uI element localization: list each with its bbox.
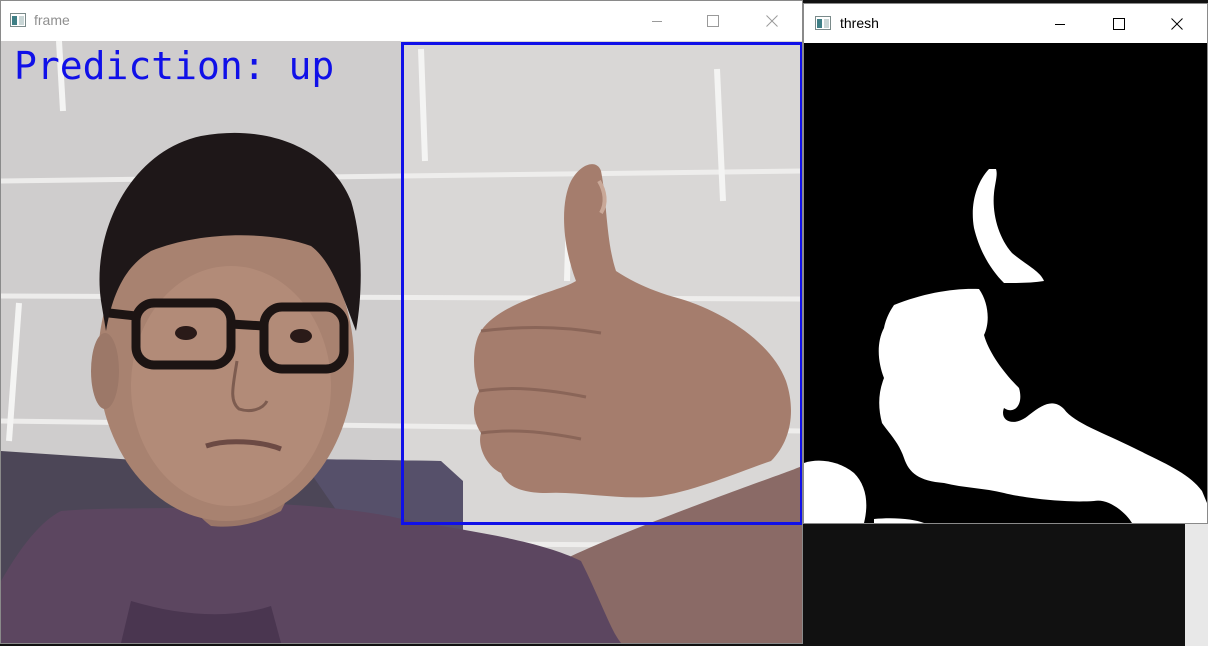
maximize-button[interactable] <box>1096 4 1142 43</box>
close-button[interactable] <box>749 1 795 40</box>
window-title: thresh <box>840 15 879 31</box>
webcam-frame: Prediction: up <box>1 41 802 643</box>
frame-window[interactable]: frame Prediction: up <box>0 0 803 644</box>
maximize-icon <box>1113 17 1125 30</box>
threshold-image <box>804 43 1207 523</box>
background-scrollbar <box>1185 524 1208 646</box>
close-button[interactable] <box>1154 4 1200 43</box>
thresh-titlebar[interactable]: thresh <box>804 4 1207 43</box>
app-window-icon <box>10 13 26 27</box>
threshold-mask <box>804 43 1207 523</box>
maximize-icon <box>707 14 719 27</box>
minimize-icon <box>1054 18 1066 30</box>
minimize-icon <box>651 15 663 27</box>
minimize-button[interactable] <box>634 1 680 40</box>
close-icon <box>766 14 778 27</box>
roi-bounding-box <box>401 42 802 525</box>
maximize-button[interactable] <box>690 1 736 40</box>
window-title: frame <box>34 12 70 28</box>
minimize-button[interactable] <box>1037 4 1083 43</box>
thresh-window[interactable]: thresh <box>803 3 1208 524</box>
prediction-label: Prediction: up <box>14 44 335 88</box>
app-window-icon <box>815 16 831 30</box>
frame-titlebar[interactable]: frame <box>1 1 802 40</box>
close-icon <box>1171 17 1183 30</box>
